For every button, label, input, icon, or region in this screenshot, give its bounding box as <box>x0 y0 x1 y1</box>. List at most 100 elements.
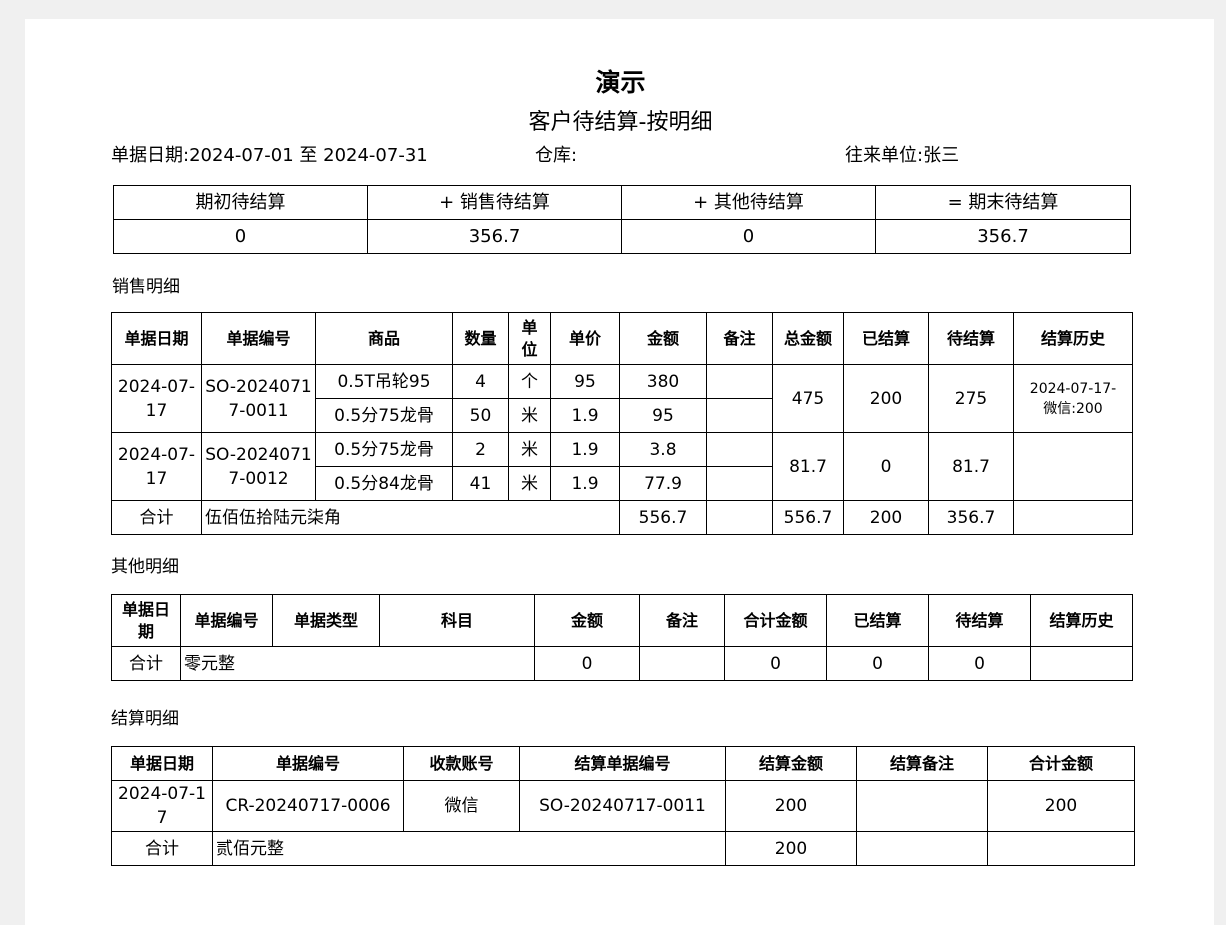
item-amount: 3.8 <box>619 432 707 467</box>
settle-header-amount: 结算金额 <box>725 746 857 781</box>
table-row: 2024-07- 17 SO-2024071 7-0011 0.5T吊轮95 4… <box>111 364 1133 433</box>
order-number: SO-2024071 7-0012 <box>201 432 316 501</box>
settle-note <box>856 780 988 832</box>
settle-number: CR-20240717-0006 <box>212 780 404 832</box>
order-date: 2024-07- 17 <box>111 364 202 433</box>
partner-label: 往来单位: <box>845 145 924 166</box>
totals-amount: 200 <box>725 831 857 866</box>
order-pending: 275 <box>928 364 1014 433</box>
sales-header-note: 备注 <box>706 312 773 365</box>
table-row: 2024-07-1 7 CR-20240717-0006 微信 SO-20240… <box>111 780 1135 832</box>
item-qty: 50 <box>452 398 509 433</box>
other-header-pending: 待结算 <box>928 594 1031 647</box>
totals-amount-in-words: 贰佰元整 <box>212 831 726 866</box>
other-header-history: 结算历史 <box>1030 594 1133 647</box>
item-amount: 95 <box>619 398 707 433</box>
totals-note <box>706 500 773 535</box>
item-price: 1.9 <box>550 466 620 501</box>
totals-pending: 356.7 <box>928 500 1014 535</box>
report-title: 演示 <box>595 68 646 97</box>
totals-row: 合计 伍佰伍拾陆元柒角 556.7 556.7 200 356.7 <box>111 500 1133 535</box>
sales-header-price: 单价 <box>550 312 620 365</box>
settle-header-date: 单据日期 <box>111 746 213 781</box>
sales-table: 单据日期 单据编号 商品 数量 单 位 单价 金额 备注 总金额 已结算 待结算… <box>111 312 1133 535</box>
totals-amount: 0 <box>534 646 640 681</box>
settle-account: 微信 <box>403 780 520 832</box>
settlement-table: 单据日期 单据编号 收款账号 结算单据编号 结算金额 结算备注 合计金额 202… <box>111 746 1135 866</box>
date-value: 2024-07-01 至 2024-07-31 <box>189 145 428 166</box>
settle-header-total: 合计金额 <box>987 746 1135 781</box>
item-product: 0.5分75龙骨 <box>315 432 453 467</box>
order-settled: 200 <box>843 364 929 433</box>
summary-header-sales: + 销售待结算 <box>367 185 622 220</box>
totals-history <box>1030 646 1133 681</box>
item-amount: 77.9 <box>619 466 707 501</box>
item-note <box>706 432 773 467</box>
date-range: 单据日期:2024-07-01 至 2024-07-31 <box>111 141 428 167</box>
item-product: 0.5分75龙骨 <box>315 398 453 433</box>
item-amount: 380 <box>619 364 707 399</box>
totals-pending: 0 <box>928 646 1031 681</box>
order-history: 2024-07-17- 微信:200 <box>1013 364 1133 433</box>
warehouse-label: 仓库: <box>535 145 578 166</box>
sales-header-unit: 单 位 <box>508 312 551 365</box>
other-header-subject: 科目 <box>379 594 535 647</box>
order-total: 475 <box>772 364 844 433</box>
item-qty: 4 <box>452 364 509 399</box>
sales-header-history: 结算历史 <box>1013 312 1133 365</box>
other-header-number: 单据编号 <box>180 594 273 647</box>
sales-section-title: 销售明细 <box>112 277 180 297</box>
sales-header-qty: 数量 <box>452 312 509 365</box>
summary-header-closing: = 期末待结算 <box>875 185 1131 220</box>
settlement-section-title: 结算明细 <box>111 709 179 729</box>
table-row: 2024-07- 17 SO-2024071 7-0012 0.5分75龙骨 2… <box>111 432 1133 501</box>
totals-label: 合计 <box>111 831 213 866</box>
other-table: 单据日 期 单据编号 单据类型 科目 金额 备注 合计金额 已结算 待结算 结算… <box>111 594 1133 681</box>
other-header-type: 单据类型 <box>272 594 380 647</box>
sales-header-settled: 已结算 <box>843 312 929 365</box>
totals-amount-in-words: 伍佰伍拾陆元柒角 <box>201 500 620 535</box>
sales-header-amount: 金额 <box>619 312 707 365</box>
totals-total <box>987 831 1135 866</box>
item-note <box>706 398 773 433</box>
totals-note <box>639 646 725 681</box>
order-number: SO-2024071 7-0011 <box>201 364 316 433</box>
totals-label: 合计 <box>111 646 181 681</box>
item-note <box>706 364 773 399</box>
totals-settled: 200 <box>843 500 929 535</box>
settle-amount: 200 <box>725 780 857 832</box>
other-header-date: 单据日 期 <box>111 594 181 647</box>
order-pending: 81.7 <box>928 432 1014 501</box>
totals-history <box>1013 500 1133 535</box>
totals-total: 0 <box>724 646 827 681</box>
warehouse: 仓库: <box>535 141 577 167</box>
other-section-title: 其他明细 <box>111 557 179 577</box>
summary-header-opening: 期初待结算 <box>113 185 368 220</box>
other-header-note: 备注 <box>639 594 725 647</box>
other-header-settled: 已结算 <box>826 594 929 647</box>
totals-row: 合计 贰佰元整 200 <box>111 831 1135 866</box>
totals-settled: 0 <box>826 646 929 681</box>
item-price: 95 <box>550 364 620 399</box>
item-unit: 米 <box>508 432 551 467</box>
item-price: 1.9 <box>550 398 620 433</box>
settle-header-number: 单据编号 <box>212 746 404 781</box>
item-unit: 个 <box>508 364 551 399</box>
settle-date: 2024-07-1 7 <box>111 780 213 832</box>
summary-value-sales: 356.7 <box>367 219 622 254</box>
settle-source-number: SO-20240717-0011 <box>519 780 726 832</box>
item-product: 0.5T吊轮95 <box>315 364 453 399</box>
summary-value-other: 0 <box>621 219 876 254</box>
sales-header-pending: 待结算 <box>928 312 1014 365</box>
order-settled: 0 <box>843 432 929 501</box>
totals-amount-in-words: 零元整 <box>180 646 535 681</box>
item-unit: 米 <box>508 466 551 501</box>
totals-note <box>856 831 988 866</box>
order-history <box>1013 432 1133 501</box>
totals-amount: 556.7 <box>619 500 707 535</box>
summary-value-opening: 0 <box>113 219 368 254</box>
sales-header-number: 单据编号 <box>201 312 316 365</box>
sales-header-date: 单据日期 <box>111 312 202 365</box>
report-page: 演示 客户待结算-按明细 单据日期:2024-07-01 至 2024-07-3… <box>25 19 1214 925</box>
settle-total: 200 <box>987 780 1135 832</box>
